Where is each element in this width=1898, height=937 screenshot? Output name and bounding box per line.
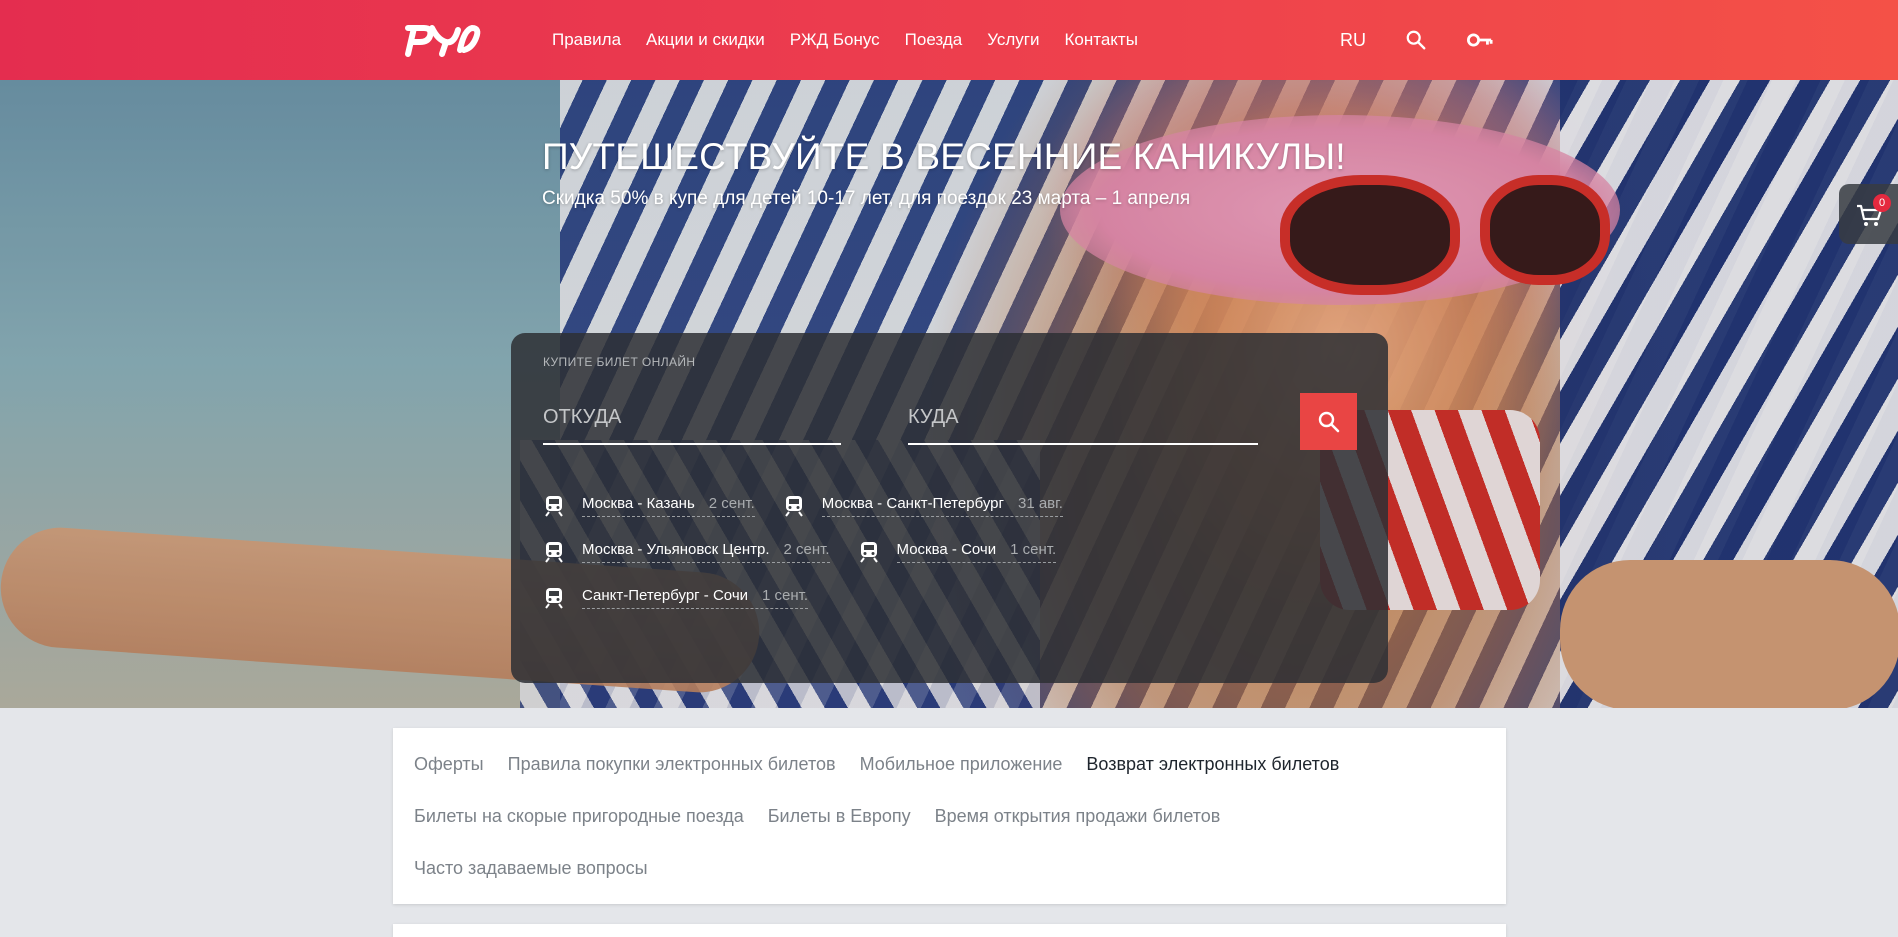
search-tickets-button[interactable] <box>1300 393 1357 450</box>
recent-route-name[interactable]: Москва - Казань <box>582 495 695 512</box>
search-icon[interactable] <box>1403 27 1429 53</box>
recent-route-date: 2 сент. <box>708 495 755 512</box>
recent-route-name[interactable]: Москва - Ульяновск Центр. <box>582 541 770 558</box>
info-links-row: Часто задаваемые вопросы <box>414 858 672 879</box>
nav-promotions-link[interactable]: Акции и скидки <box>646 30 765 50</box>
recent-route-item[interactable]: Санкт-Петербург - Сочи 1 сент. <box>543 587 809 609</box>
nav-rules-link[interactable]: Правила <box>552 30 621 50</box>
suburban-express-link[interactable]: Билеты на скорые пригородные поезда <box>414 806 744 827</box>
train-icon <box>545 542 563 563</box>
e-ticket-refund-link[interactable]: Возврат электронных билетов <box>1086 754 1339 775</box>
from-input[interactable] <box>543 393 841 433</box>
recent-routes: Москва - Казань 2 сент. Москва - Санкт-Пе… <box>543 483 1363 621</box>
recent-route-item[interactable]: Москва - Санкт-Петербург 31 авг. <box>783 495 1063 517</box>
cart-button[interactable]: 0 <box>1839 184 1898 244</box>
recent-route-item[interactable]: Москва - Сочи 1 сент. <box>858 541 1057 563</box>
main-nav: Правила Акции и скидки РЖД Бонус Поезда … <box>552 0 1163 80</box>
ticket-search-panel: КУПИТЕ БИЛЕТ ОНЛАЙН Москва - Казань 2 сен… <box>511 333 1388 683</box>
mobile-app-link[interactable]: Мобильное приложение <box>860 754 1063 775</box>
language-selector[interactable]: RU <box>1340 30 1366 51</box>
sale-opening-time-link[interactable]: Время открытия продажи билетов <box>935 806 1221 827</box>
nav-trains-link[interactable]: Поезда <box>905 30 963 50</box>
to-field <box>908 393 1258 445</box>
rzd-logo[interactable] <box>402 20 482 60</box>
top-navigation-bar: Правила Акции и скидки РЖД Бонус Поезда … <box>0 0 1898 80</box>
nav-bonus-link[interactable]: РЖД Бонус <box>790 30 880 50</box>
recent-routes-row: Санкт-Петербург - Сочи 1 сент. <box>543 575 1363 621</box>
recent-route-date: 2 сент. <box>783 541 830 558</box>
recent-route-date: 31 авг. <box>1017 495 1063 512</box>
next-content-card <box>393 924 1506 937</box>
search-icon <box>1318 411 1339 432</box>
train-icon <box>859 542 878 563</box>
to-input[interactable] <box>908 393 1258 433</box>
recent-route-date: 1 сент. <box>762 587 809 604</box>
train-icon <box>784 496 803 517</box>
recent-route-item[interactable]: Москва - Казань 2 сент. <box>543 495 755 517</box>
recent-route-date: 1 сент. <box>1010 541 1057 558</box>
recent-routes-row: Москва - Ульяновск Центр. 2 сент. Москва … <box>543 529 1363 575</box>
nav-contacts-link[interactable]: Контакты <box>1065 30 1138 50</box>
promo-subtitle[interactable]: Скидка 50% в купе для детей 10-17 лет, д… <box>542 188 1190 210</box>
europe-tickets-link[interactable]: Билеты в Европу <box>768 806 911 827</box>
recent-route-name[interactable]: Москва - Сочи <box>897 541 997 558</box>
recent-routes-row: Москва - Казань 2 сент. Москва - Санкт-Пе… <box>543 483 1363 529</box>
offers-link[interactable]: Оферты <box>414 754 484 775</box>
key-icon[interactable] <box>1467 27 1493 53</box>
nav-services-link[interactable]: Услуги <box>987 30 1039 50</box>
train-icon <box>545 588 563 609</box>
info-links-row: Оферты Правила покупки электронных билет… <box>414 754 1363 775</box>
faq-link[interactable]: Часто задаваемые вопросы <box>414 858 648 879</box>
promo-title[interactable]: ПУТЕШЕСТВУЙТЕ В ВЕСЕННИЕ КАНИКУЛЫ! <box>542 136 1346 178</box>
recent-route-name[interactable]: Москва - Санкт-Петербург <box>822 495 1004 512</box>
recent-route-item[interactable]: Москва - Ульяновск Центр. 2 сент. <box>543 541 830 563</box>
e-ticket-rules-link[interactable]: Правила покупки электронных билетов <box>508 754 836 775</box>
cart-count-badge: 0 <box>1873 194 1891 212</box>
ticket-search-label: КУПИТЕ БИЛЕТ ОНЛАЙН <box>543 355 696 369</box>
info-links-row: Билеты на скорые пригородные поезда Биле… <box>414 806 1244 827</box>
recent-route-name[interactable]: Санкт-Петербург - Сочи <box>582 587 748 604</box>
info-links-card: Оферты Правила покупки электронных билет… <box>393 728 1506 904</box>
train-icon <box>545 496 563 517</box>
from-field <box>543 393 841 445</box>
